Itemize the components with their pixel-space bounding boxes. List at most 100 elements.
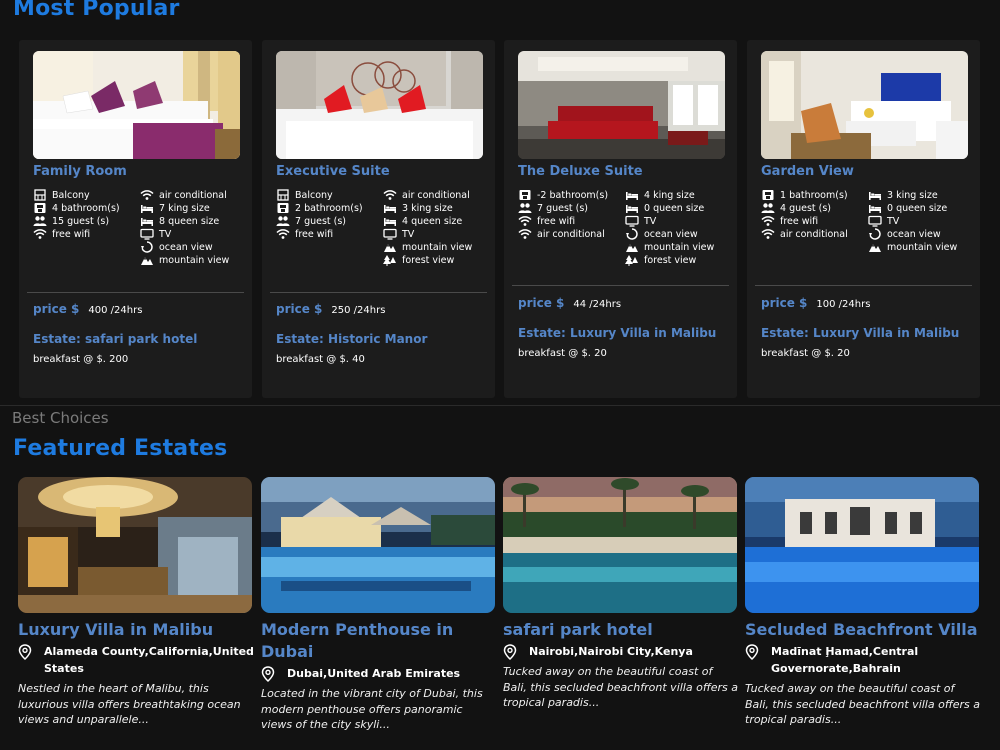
room-name[interactable]: The Deluxe Suite [518,164,643,179]
amenity-label: 15 guest (s) [52,216,110,227]
estate-location: Nairobi,Nairobi City,Kenya [503,643,739,661]
amenity-label: 7 king size [159,203,210,214]
featured-estates-heading: Featured Estates [13,436,228,461]
amenity-item: Balcony [276,189,381,202]
location-pin-icon [261,666,281,683]
amenity-item: 7 guest (s) [518,202,623,215]
amenity-item: mountain view [625,241,733,254]
estate-photo [18,477,252,613]
estate-description: Located in the vibrant city of Dubai, th… [261,687,483,731]
room-estate-link[interactable]: Estate: Historic Manor [276,332,427,346]
amenity-item: 4 bathroom(s) [33,202,138,215]
bed-icon [868,202,882,214]
room-photo [518,51,725,159]
estate-location-text: Nairobi,Nairobi City,Kenya [529,645,693,658]
mountain-view-icon [383,241,397,253]
price-label: price $ [518,296,565,310]
amenity-item: 15 guest (s) [33,215,138,228]
amenity-item: TV [140,228,248,241]
bed-icon [140,215,154,227]
estate-name[interactable]: safari park hotel [503,619,739,641]
estate-name[interactable]: Secluded Beachfront Villa [745,619,981,641]
room-card[interactable]: Family Room Balcony 4 bathroom(s) 15 guest… [19,40,252,398]
amenity-label: mountain view [159,255,230,266]
amenity-item: 4 king size [625,189,733,202]
card-divider [755,285,972,286]
estate-card[interactable]: Modern Penthouse in Dubai Dubai,United A… [261,477,497,733]
amenity-label: 7 guest (s) [295,216,347,227]
amenity-item: 1 bathroom(s) [761,189,866,202]
bathroom-icon [761,189,775,201]
estate-name[interactable]: Luxury Villa in Malibu [18,619,254,641]
amenity-item: 7 king size [140,202,248,215]
amenity-label: air conditional [402,190,470,201]
estate-card[interactable]: Secluded Beachfront Villa Madīnat Ḩamad,… [745,477,981,728]
room-estate-link[interactable]: Estate: Luxury Villa in Malibu [518,326,716,340]
card-divider [512,285,729,286]
amenity-item: Balcony [33,189,138,202]
room-card[interactable]: Garden View 1 bathroom(s) 4 guest (s) free… [747,40,980,398]
guests-icon [761,202,775,214]
amenity-label: ocean view [644,229,698,240]
amenity-item: air conditional [383,189,491,202]
room-name[interactable]: Executive Suite [276,164,390,179]
amenity-label: air conditional [780,229,848,240]
estate-name[interactable]: Modern Penthouse in Dubai [261,619,497,663]
amenity-item: 3 king size [868,189,976,202]
price-value: 250 /24hrs [331,305,386,316]
price-value: 44 /24hrs [573,299,622,310]
forest-view-icon [383,254,397,266]
estate-photo [261,477,495,613]
amenities-left: Balcony 4 bathroom(s) 15 guest (s) free wif… [33,189,138,241]
location-pin-icon [18,644,38,661]
amenity-item: 2 bathroom(s) [276,202,381,215]
bed-icon [625,189,639,201]
amenity-item: forest view [625,254,733,267]
amenity-item: air conditional [761,228,866,241]
amenity-label: ocean view [159,242,213,253]
mountain-view-icon [140,254,154,266]
location-pin-icon [503,644,523,661]
price-row: price $ 400 /24hrs [33,302,142,316]
forest-view-icon [625,254,639,266]
balcony-icon [276,189,290,201]
room-name[interactable]: Family Room [33,164,127,179]
room-name[interactable]: Garden View [761,164,854,179]
price-row: price $ 44 /24hrs [518,296,621,310]
guests-icon [33,215,47,227]
estate-card[interactable]: safari park hotel Nairobi,Nairobi City,K… [503,477,739,711]
room-estate-link[interactable]: Estate: Luxury Villa in Malibu [761,326,959,340]
ocean-view-icon [140,241,154,253]
ocean-view-icon [868,228,882,240]
bed-icon [868,189,882,201]
guests-icon [276,215,290,227]
price-value: 100 /24hrs [816,299,871,310]
most-popular-heading: Most Popular [13,0,180,21]
amenity-item: 0 queen size [868,202,976,215]
estate-description: Nestled in the heart of Malibu, this lux… [18,682,241,726]
room-card[interactable]: The Deluxe Suite -2 bathroom(s) 7 guest (… [504,40,737,398]
amenity-label: 7 guest (s) [537,203,589,214]
estate-location-text: Madīnat Ḩamad,Central Governorate,Bahrai… [771,645,919,675]
amenity-item: -2 bathroom(s) [518,189,623,202]
estate-card[interactable]: Luxury Villa in Malibu Alameda County,Ca… [18,477,254,728]
amenities-right: air conditional 7 king size 8 queen size TV… [140,189,248,267]
room-estate-link[interactable]: Estate: safari park hotel [33,332,197,346]
bed-icon [383,202,397,214]
wifi-icon [518,215,532,227]
room-photo [276,51,483,159]
wifi-icon [276,228,290,240]
amenities-right: 4 king size 0 queen size TV ocean view mount… [625,189,733,267]
amenity-label: free wifi [295,229,334,240]
room-card[interactable]: Executive Suite Balcony 2 bathroom(s) 7 gu… [262,40,495,398]
amenity-item: air conditional [518,228,623,241]
guests-icon [518,202,532,214]
amenity-label: Balcony [52,190,90,201]
amenities-left: -2 bathroom(s) 7 guest (s) free wifi air co… [518,189,623,241]
amenity-label: TV [402,229,415,240]
bed-icon [625,202,639,214]
best-choices-eyebrow: Best Choices [12,409,109,427]
amenity-label: 0 queen size [887,203,948,214]
bed-icon [383,215,397,227]
amenity-label: 3 king size [887,190,938,201]
